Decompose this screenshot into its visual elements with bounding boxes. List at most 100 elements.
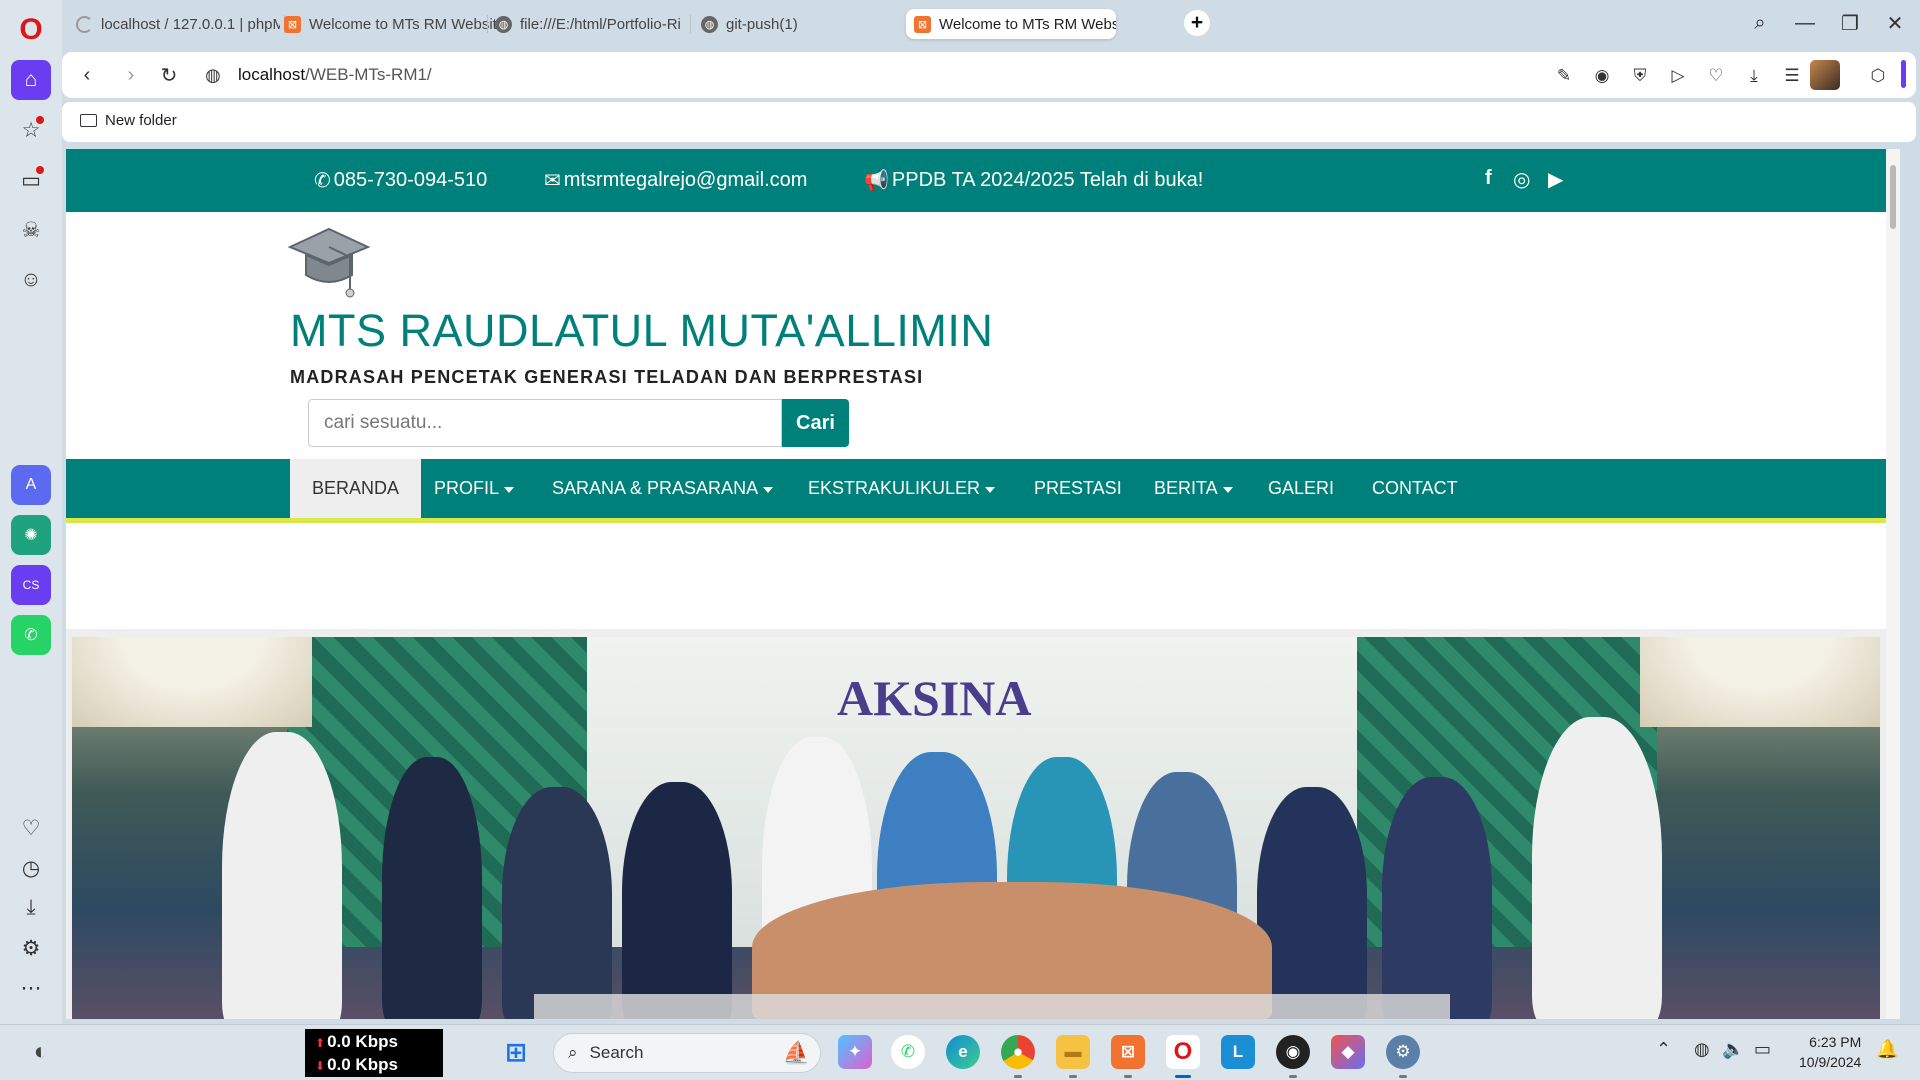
minimize-button[interactable]: — [1789, 8, 1821, 38]
aria-app-icon[interactable]: A [11, 465, 51, 505]
megaphone-icon: 📢 [864, 170, 889, 192]
nav-prestasi[interactable]: PRESTASI [1012, 459, 1144, 518]
system-clock[interactable]: 6:23 PM 10/9/2024 [1799, 1032, 1861, 1072]
nav-beranda[interactable]: BERANDA [290, 459, 422, 518]
widgets-icon[interactable]: ◐ [24, 1035, 58, 1069]
person [222, 732, 342, 1019]
nav-ekstrakulikuler[interactable]: EKSTRAKULIKULER [786, 459, 1017, 518]
site-search-input[interactable] [308, 399, 782, 447]
phone-contact[interactable]: ✆ 085-730-094-510 [314, 168, 487, 193]
cs-app-icon[interactable]: CS [11, 565, 51, 605]
globe-icon: ◍ [495, 15, 512, 33]
nav-label: EKSTRAKULIKULER [808, 478, 981, 498]
nav-contact[interactable]: CONTACT [1350, 459, 1480, 518]
edit-icon[interactable]: ✎ [1550, 62, 1578, 90]
nav-label: GALERI [1268, 478, 1335, 498]
nav-galeri[interactable]: GALERI [1246, 459, 1356, 518]
sidebar-toggle[interactable] [1901, 60, 1906, 88]
tab-phpmyadmin[interactable]: localhost / 127.0.0.1 | phpMyAdmin [68, 9, 280, 39]
toolbox-icon[interactable]: ▭ [11, 160, 51, 200]
page-scrollbar[interactable] [1886, 149, 1900, 1019]
heart-icon[interactable]: ♡ [11, 808, 51, 848]
nav-sarana-prasarana[interactable]: SARANA & PRASARANA [530, 459, 795, 518]
opera-logo-icon[interactable]: O [11, 10, 51, 50]
windows-start-icon[interactable]: ⊞ [499, 1035, 533, 1069]
facebook-icon[interactable]: f [1485, 167, 1492, 190]
caret-down-icon [504, 486, 515, 493]
caret-down-icon [1222, 486, 1233, 493]
nav-label: CONTACT [1372, 478, 1458, 498]
nav-profil[interactable]: PROFIL [412, 459, 536, 518]
more-icon[interactable]: ⋯ [11, 968, 51, 1008]
tab-portfolio-file[interactable]: ◍ file:///E:/html/Portfolio-Ri [487, 9, 687, 39]
language-globe-icon[interactable]: ◍ [1694, 1039, 1710, 1060]
download-icon[interactable]: ⤓ [11, 888, 51, 928]
skull-icon[interactable]: ☠ [11, 210, 51, 250]
easy-setup-icon[interactable]: ☰ [1778, 62, 1806, 90]
github-icon[interactable]: ◉ [1276, 1035, 1310, 1069]
scrollbar-thumb[interactable] [1890, 165, 1896, 229]
site-info-icon[interactable]: ◍ [198, 60, 228, 90]
emoji-icon[interactable]: ☺ [11, 260, 51, 300]
site-search-button[interactable]: Cari [782, 399, 849, 447]
tab-git-push[interactable]: ◍ git-push(1) [693, 9, 933, 39]
l-app-icon[interactable]: L [1221, 1035, 1255, 1069]
url-field[interactable]: localhost/WEB-MTs-RM1/ [238, 65, 432, 85]
forward-button[interactable]: › [116, 60, 146, 90]
flow-send-icon[interactable]: ▷ [1664, 62, 1692, 90]
downloads-icon[interactable]: ⤓ [1740, 62, 1768, 90]
globe-icon: ◍ [701, 15, 718, 33]
pinboard-icon[interactable]: ☆ [11, 110, 51, 150]
edge-icon[interactable]: e [946, 1035, 980, 1069]
instagram-icon[interactable]: ◎ [1513, 167, 1530, 192]
hero-slider[interactable]: AKSINA [66, 629, 1886, 1019]
search-icon: ⌕ [568, 1043, 578, 1062]
extensions-cube-icon[interactable]: ⬡ [1864, 62, 1892, 90]
battery-icon[interactable]: ▭ [1754, 1039, 1771, 1060]
new-tab-button[interactable]: + [1184, 10, 1210, 36]
person [382, 757, 482, 1019]
chatgpt-app-icon[interactable]: ✺ [11, 515, 51, 555]
xampp-icon[interactable]: ⊠ [1111, 1035, 1145, 1069]
person [502, 787, 612, 1019]
volume-icon[interactable]: 🔈 [1722, 1039, 1744, 1060]
person [1257, 787, 1367, 1019]
history-icon[interactable]: ◷ [11, 848, 51, 888]
settings-app-icon[interactable]: ⚙ [1386, 1035, 1420, 1069]
close-window-button[interactable]: ✕ [1879, 8, 1911, 38]
notification-bell-icon[interactable]: 🔔 [1876, 1039, 1898, 1060]
youtube-icon[interactable]: ▶ [1548, 167, 1563, 192]
profile-avatar[interactable] [1810, 60, 1840, 90]
settings-icon[interactable]: ⚙ [11, 928, 51, 968]
taskbar-search-label: Search [589, 1043, 644, 1062]
search-tabs-icon[interactable]: ⌕ [1744, 8, 1776, 38]
design-app-icon[interactable]: ◆ [1331, 1035, 1365, 1069]
email-address: mtsrmtegalrejo@gmail.com [563, 169, 808, 191]
email-contact[interactable]: ✉ mtsrmtegalrejo@gmail.com [544, 168, 807, 193]
loading-icon [76, 15, 93, 33]
main-navigation: BERANDA PROFIL SARANA & PRASARANA EKSTRA… [66, 459, 1886, 523]
adblock-shield-icon[interactable]: ⛨ [1626, 62, 1654, 90]
tab-title: Welcome to MTs RM Website [309, 15, 506, 33]
taskbar-search[interactable]: ⌕ Search ⛵ [553, 1033, 821, 1073]
camera-icon[interactable]: ◉ [1588, 62, 1616, 90]
file-explorer-icon[interactable]: ▬ [1056, 1035, 1090, 1069]
windows-taskbar: ◐ ⬆ 0.0 Kbps ⬇ 0.0 Kbps ⊞ ⌕ Search ⛵ ✦ ✆ e… [0, 1024, 1920, 1080]
tray-overflow-icon[interactable]: ⌃ [1656, 1039, 1671, 1060]
copilot-icon[interactable]: ✦ [838, 1035, 872, 1069]
chrome-icon[interactable]: ● [1001, 1035, 1035, 1069]
announcement: 📢 PPDB TA 2024/2025 Telah di buka! [864, 168, 1203, 193]
opera-icon[interactable]: O [1166, 1035, 1200, 1069]
nav-berita[interactable]: BERITA [1132, 459, 1255, 518]
favorite-heart-icon[interactable]: ♡ [1702, 62, 1730, 90]
home-icon[interactable]: ⌂ [11, 60, 51, 100]
address-bar: ‹ › ↻ ◍ localhost/WEB-MTs-RM1/ ✎ ◉ ⛨ ▷ ♡… [62, 52, 1916, 98]
bookmark-folder[interactable]: New folder [80, 112, 177, 129]
reload-button[interactable]: ↻ [154, 60, 184, 90]
restore-button[interactable]: ❐ [1834, 8, 1866, 38]
tab-mts-website-active[interactable]: ⊠ Welcome to MTs RM Website [906, 9, 1116, 39]
back-button[interactable]: ‹ [72, 60, 102, 90]
whatsapp-icon[interactable]: ✆ [891, 1035, 925, 1069]
whatsapp-app-icon[interactable]: ✆ [11, 615, 51, 655]
person [622, 782, 732, 1019]
